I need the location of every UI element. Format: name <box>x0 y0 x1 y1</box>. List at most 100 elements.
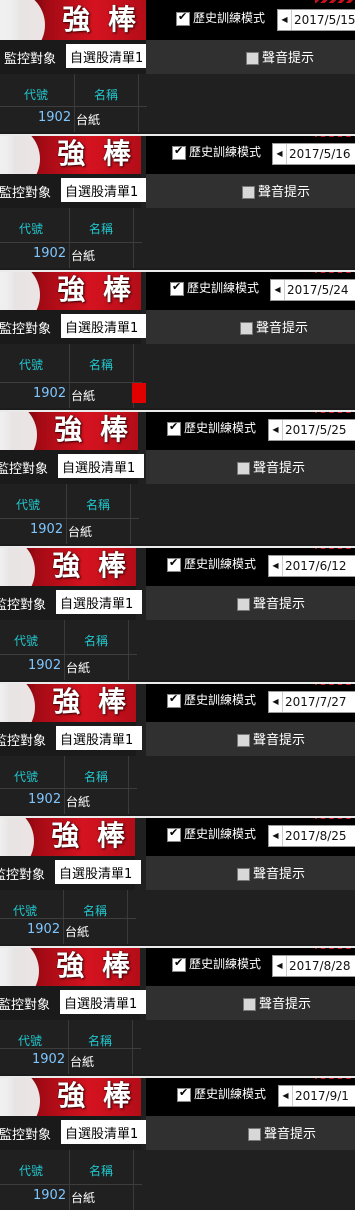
history-mode-checkbox[interactable] <box>167 556 181 572</box>
history-mode-checkbox[interactable] <box>170 280 184 296</box>
date-prev-arrow-icon[interactable]: ◀ <box>271 280 285 300</box>
stock-code-cell[interactable]: 1902 <box>38 110 71 125</box>
watchlist-select[interactable]: 自選股清單1 <box>60 990 146 1014</box>
column-header-code[interactable]: 代號 <box>14 632 38 649</box>
date-prev-arrow-icon[interactable]: ◀ <box>273 144 287 164</box>
app-snapshot: 強 棒 歷史訓練模式 ◀ 2017/6/12 監控對象 自選股清單1 聲音提示 … <box>0 546 355 680</box>
monitor-target-label: 監控對象 <box>0 1128 52 1143</box>
column-header-code[interactable]: 代號 <box>19 220 43 237</box>
watchlist-select[interactable]: 自選股清單1 <box>61 178 147 202</box>
column-header-name[interactable]: 名稱 <box>89 356 113 373</box>
stock-name-cell[interactable]: 台紙 <box>65 923 89 940</box>
column-header-code[interactable]: 代號 <box>16 496 40 513</box>
stock-code-cell[interactable]: 1902 <box>33 386 66 401</box>
history-mode-checkbox[interactable] <box>172 956 186 972</box>
column-divider <box>64 620 65 680</box>
sound-alert-row: 聲音提示 <box>146 722 355 756</box>
history-date-picker[interactable]: ◀ 2017/5/25 <box>268 419 355 441</box>
watchlist-select[interactable]: 自選股清單1 <box>56 590 142 614</box>
stock-code-cell[interactable]: 1902 <box>30 522 63 537</box>
history-date-picker[interactable]: ◀ 2017/5/24 <box>270 279 355 301</box>
history-date-picker[interactable]: ◀ 2017/7/27 <box>268 691 355 713</box>
date-prev-arrow-icon[interactable]: ◀ <box>269 420 283 440</box>
date-prev-arrow-icon[interactable]: ◀ <box>269 826 283 846</box>
watchlist-select[interactable]: 自選股清單1 <box>56 726 142 750</box>
column-header-code[interactable]: 代號 <box>24 86 48 103</box>
sound-alert-checkbox[interactable] <box>242 186 255 199</box>
stock-code-cell[interactable]: 1902 <box>33 246 66 261</box>
column-header-name[interactable]: 名稱 <box>88 1032 112 1049</box>
column-header-name[interactable]: 名稱 <box>86 496 110 513</box>
column-header-code[interactable]: 代號 <box>14 768 38 785</box>
column-header-code[interactable]: 代號 <box>19 1162 43 1179</box>
brand-title: 強 棒 <box>54 413 132 446</box>
stock-table: 代號 名稱 1902 台紙 <box>0 74 355 132</box>
column-header-code[interactable]: 代號 <box>13 902 37 919</box>
history-mode-checkbox[interactable] <box>167 692 181 708</box>
brand-banner: 強 棒 <box>0 946 140 986</box>
watchlist-select[interactable]: 自選股清單1 <box>55 860 141 884</box>
stock-code-cell[interactable]: 1902 <box>28 658 61 673</box>
column-header-code[interactable]: 代號 <box>18 1032 42 1049</box>
history-date-picker[interactable]: ◀ 2017/6/12 <box>268 555 355 577</box>
watchlist-select[interactable]: 自選股清單1 <box>66 44 152 68</box>
history-mode-checkbox[interactable] <box>172 144 186 160</box>
history-date-picker[interactable]: ◀ 2017/5/16 <box>272 143 355 165</box>
date-prev-arrow-icon[interactable]: ◀ <box>279 1086 293 1106</box>
sound-alert-checkbox[interactable] <box>237 734 250 747</box>
stock-name-cell[interactable]: 台紙 <box>71 387 95 404</box>
watchlist-select[interactable]: 自選股清單1 <box>61 1120 147 1144</box>
column-header-code[interactable]: 代號 <box>19 356 43 373</box>
watchlist-value: 自選股清單1 <box>65 1127 139 1142</box>
stock-code-cell[interactable]: 1902 <box>33 1188 66 1203</box>
sound-alert-checkbox[interactable] <box>246 52 259 65</box>
top-toolbar: 歷史訓練模式 ◀ 2017/5/24 <box>146 270 355 310</box>
sound-alert-checkbox[interactable] <box>237 598 250 611</box>
sound-alert-checkbox[interactable] <box>248 1128 261 1141</box>
stock-name-cell[interactable]: 台紙 <box>70 1053 94 1070</box>
watchlist-select[interactable]: 自選股清單1 <box>58 454 144 478</box>
date-prev-arrow-icon[interactable]: ◀ <box>269 692 283 712</box>
history-mode-checkbox[interactable] <box>167 826 181 842</box>
column-header-name[interactable]: 名稱 <box>84 768 108 785</box>
stock-name-cell[interactable]: 台紙 <box>66 793 90 810</box>
watchlist-select[interactable]: 自選股清單1 <box>61 314 147 338</box>
history-date-picker[interactable]: ◀ 2017/8/28 <box>272 955 355 977</box>
history-mode-checkbox[interactable] <box>167 420 181 436</box>
sound-alert-checkbox[interactable] <box>237 868 250 881</box>
column-header-name[interactable]: 名稱 <box>89 1162 113 1179</box>
column-divider <box>132 1020 133 1074</box>
column-header-name[interactable]: 名稱 <box>84 632 108 649</box>
sound-alert-checkbox[interactable] <box>243 998 256 1011</box>
history-date-picker[interactable]: ◀ 2017/5/15 <box>277 9 355 31</box>
stock-name-cell[interactable]: 台紙 <box>76 111 100 128</box>
column-header-name[interactable]: 名稱 <box>89 220 113 237</box>
sound-alert-label: 聲音提示 <box>264 1127 317 1142</box>
row-divider <box>0 788 137 789</box>
stock-name-cell[interactable]: 台紙 <box>68 523 92 540</box>
monitor-target-row: 監控對象 自選股清單1 <box>0 856 141 890</box>
column-divider <box>66 484 67 544</box>
panel-separator <box>0 410 355 412</box>
history-mode-checkbox[interactable] <box>176 10 190 26</box>
stock-name-cell[interactable]: 台紙 <box>71 1189 95 1206</box>
history-date-value: 2017/9/1 <box>295 1089 349 1103</box>
date-prev-arrow-icon[interactable]: ◀ <box>278 10 292 30</box>
history-date-picker[interactable]: ◀ 2017/8/25 <box>268 825 355 847</box>
history-date-picker[interactable]: ◀ 2017/9/1 <box>278 1085 355 1107</box>
sound-alert-checkbox[interactable] <box>237 462 250 475</box>
stock-name-cell[interactable]: 台紙 <box>71 247 95 264</box>
stock-code-cell[interactable]: 1902 <box>27 922 60 937</box>
sound-alert-checkbox[interactable] <box>240 322 253 335</box>
stock-name-cell[interactable]: 台紙 <box>66 659 90 676</box>
watchlist-value: 自選股清單1 <box>65 185 139 200</box>
column-header-name[interactable]: 名稱 <box>94 86 118 103</box>
date-prev-arrow-icon[interactable]: ◀ <box>273 956 287 976</box>
column-divider <box>74 74 75 132</box>
column-header-name[interactable]: 名稱 <box>83 902 107 919</box>
stock-code-cell[interactable]: 1902 <box>28 792 61 807</box>
stock-code-cell[interactable]: 1902 <box>32 1052 65 1067</box>
date-prev-arrow-icon[interactable]: ◀ <box>269 556 283 576</box>
stock-table: 代號 名稱 1902 台紙 <box>0 756 355 814</box>
history-mode-checkbox[interactable] <box>177 1086 191 1102</box>
